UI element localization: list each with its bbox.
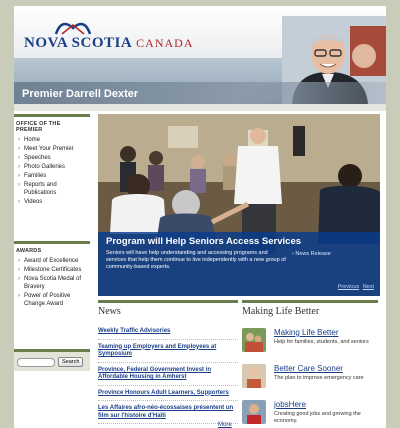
news-list: Weekly Traffic Advisories Teaming up Emp… (98, 328, 238, 428)
news-item[interactable]: Les Affaires afro-néo-écossaises présent… (98, 405, 238, 424)
search-box: Search (14, 349, 90, 371)
news-more-link[interactable]: More (218, 422, 232, 428)
sidebar-heading-office: OFFICE OF THE PREMIER (14, 114, 90, 136)
logo-sub-text: CANADA (136, 36, 194, 50)
sidebar-item-medal-bravery[interactable]: Nova Scotia Medal of Bravery (16, 275, 90, 292)
sidebar-item-videos[interactable]: Videos (16, 198, 90, 207)
jobs-thumbnail[interactable] (242, 400, 266, 424)
logo-main-text: NOVA SCOTIA (24, 35, 133, 51)
office-nav: Home Meet Your Premier Speeches Photo Ga… (14, 136, 90, 207)
sidebar-item-milestone[interactable]: Milestone Certificates (16, 266, 90, 275)
previous-link[interactable]: Previous (338, 284, 359, 290)
mlb-title[interactable]: Better Care Sooner (274, 364, 343, 373)
feature-title[interactable]: Program will Help Seniors Access Service… (106, 236, 301, 247)
feature-story: Program will Help Seniors Access Service… (98, 114, 380, 296)
mlb-desc: The plan to improve emergency care (274, 375, 364, 381)
news-item[interactable]: Province Honours Adult Learners, Support… (98, 390, 238, 401)
awards-nav: Award of Excellence Milestone Certificat… (14, 257, 90, 309)
sidebar-item-families[interactable]: Families (16, 172, 90, 181)
mlb-desc: Creating good jobs and growing the econo… (274, 411, 361, 424)
site-logo[interactable]: NOVA SCOTIA CANADA (24, 34, 194, 52)
sidebar-item-award-excellence[interactable]: Award of Excellence (16, 257, 90, 266)
sidebar-item-speeches[interactable]: Speeches (16, 154, 90, 163)
sidebar-item-positive-change[interactable]: Power of Positive Change Award (16, 292, 90, 309)
sidebar-heading-awards: AWARDS (14, 241, 90, 257)
next-link[interactable]: Next (363, 284, 374, 290)
sidebar-item-photo-galleries[interactable]: Photo Galleries (16, 163, 90, 172)
news-item[interactable]: Teaming up Employers and Employees at Sy… (98, 344, 238, 363)
search-button[interactable]: Search (58, 357, 84, 367)
family-thumbnail[interactable] (242, 328, 266, 352)
site-header: NOVA SCOTIA CANADA Premier Darrell Dexter (14, 6, 386, 104)
mlb-title[interactable]: Making Life Better (274, 328, 338, 337)
mlb-title[interactable]: jobsHere (274, 400, 306, 409)
news-item[interactable]: Province, Federal Government Invest in A… (98, 367, 238, 386)
sidebar-item-home[interactable]: Home (16, 136, 90, 145)
premier-name: Premier Darrell Dexter (22, 88, 139, 100)
care-thumbnail[interactable] (242, 364, 266, 388)
feature-pager: Previous Next (336, 284, 374, 290)
sidebar-item-meet-premier[interactable]: Meet Your Premier (16, 145, 90, 154)
making-life-better-heading: Making Life Better (242, 300, 378, 317)
feature-summary: Seniors will have help understanding and… (106, 250, 286, 270)
news-item[interactable]: Weekly Traffic Advisories (98, 328, 238, 340)
news-heading: News (98, 300, 238, 317)
sidebar: OFFICE OF THE PREMIER Home Meet Your Pre… (14, 114, 90, 309)
page: NOVA SCOTIA CANADA Premier Darrell Dexter… (14, 6, 386, 428)
news-release-link[interactable]: News Release (292, 251, 330, 257)
search-input[interactable] (17, 358, 55, 367)
mlb-desc: Help for families, students, and seniors (274, 339, 369, 345)
sidebar-item-reports[interactable]: Reports and Publications (16, 181, 90, 198)
